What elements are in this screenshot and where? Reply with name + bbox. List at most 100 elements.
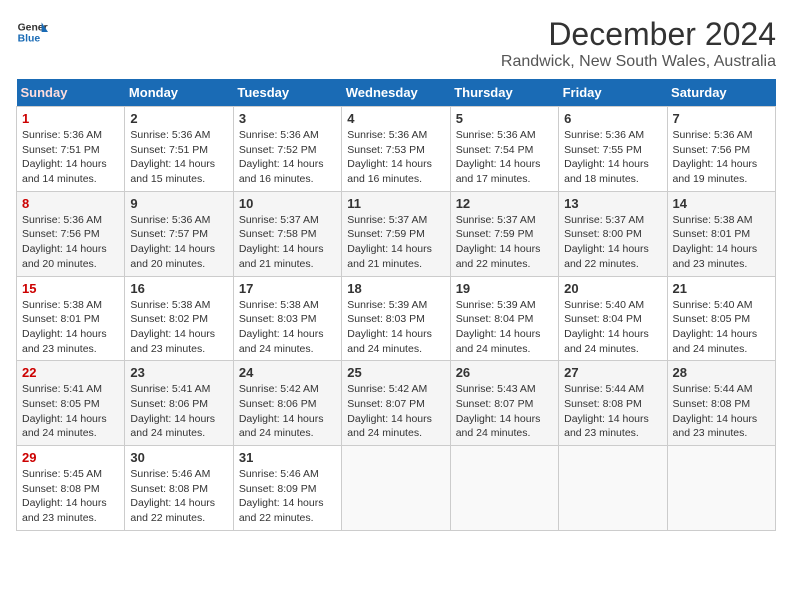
day-detail: Sunrise: 5:43 AMSunset: 8:07 PMDaylight:… [456,382,553,441]
day-number: 22 [22,365,119,380]
calendar-day-cell: 14 Sunrise: 5:38 AMSunset: 8:01 PMDayligh… [667,191,775,276]
calendar-day-cell [559,446,667,531]
calendar-day-cell: 8 Sunrise: 5:36 AMSunset: 7:56 PMDaylight… [17,191,125,276]
day-detail: Sunrise: 5:38 AMSunset: 8:03 PMDaylight:… [239,298,336,357]
calendar-day-cell: 28Sunrise: 5:44 AMSunset: 8:08 PMDayligh… [667,361,775,446]
day-detail: Sunrise: 5:45 AMSunset: 8:08 PMDaylight:… [22,467,119,526]
day-number: 6 [564,111,661,126]
calendar-day-cell: 7 Sunrise: 5:36 AMSunset: 7:56 PMDaylight… [667,107,775,192]
calendar-day-cell: 27 Sunrise: 5:44 AMSunset: 8:08 PMDayligh… [559,361,667,446]
col-tuesday: Tuesday [233,79,341,107]
calendar-day-cell: 22 Sunrise: 5:41 AMSunset: 8:05 PMDayligh… [17,361,125,446]
day-detail: Sunrise: 5:41 AMSunset: 8:05 PMDaylight:… [22,382,119,441]
page-subtitle: Randwick, New South Wales, Australia [501,53,776,71]
calendar-day-cell: 2Sunrise: 5:36 AMSunset: 7:51 PMDaylight… [125,107,233,192]
calendar-day-cell: 11Sunrise: 5:37 AMSunset: 7:59 PMDayligh… [342,191,450,276]
day-detail: Sunrise: 5:44 AMSunset: 8:08 PMDaylight:… [564,382,661,441]
calendar-day-cell: 13Sunrise: 5:37 AMSunset: 8:00 PMDayligh… [559,191,667,276]
day-detail: Sunrise: 5:36 AMSunset: 7:51 PMDaylight:… [130,128,227,187]
day-number: 18 [347,281,444,296]
calendar-day-cell: 21Sunrise: 5:40 AMSunset: 8:05 PMDayligh… [667,276,775,361]
day-detail: Sunrise: 5:38 AMSunset: 8:01 PMDaylight:… [22,298,119,357]
day-number: 25 [347,365,444,380]
day-detail: Sunrise: 5:38 AMSunset: 8:01 PMDaylight:… [673,213,770,272]
day-number: 14 [673,196,770,211]
calendar-week-row: 22 Sunrise: 5:41 AMSunset: 8:05 PMDayligh… [17,361,776,446]
svg-text:Blue: Blue [18,34,41,45]
day-detail: Sunrise: 5:42 AMSunset: 8:06 PMDaylight:… [239,382,336,441]
day-detail: Sunrise: 5:39 AMSunset: 8:04 PMDaylight:… [456,298,553,357]
calendar-day-cell: 15Sunrise: 5:38 AMSunset: 8:01 PMDayligh… [17,276,125,361]
day-number: 9 [130,196,227,211]
calendar-day-cell: 10 Sunrise: 5:37 AMSunset: 7:58 PMDayligh… [233,191,341,276]
day-number: 16 [130,281,227,296]
calendar-day-cell: 1Sunrise: 5:36 AMSunset: 7:51 PMDaylight… [17,107,125,192]
day-detail: Sunrise: 5:46 AMSunset: 8:08 PMDaylight:… [130,467,227,526]
calendar-day-cell: 6Sunrise: 5:36 AMSunset: 7:55 PMDaylight… [559,107,667,192]
day-detail: Sunrise: 5:38 AMSunset: 8:02 PMDaylight:… [130,298,227,357]
page-header: General Blue December 2024 Randwick, New… [16,16,776,71]
calendar-day-cell: 17 Sunrise: 5:38 AMSunset: 8:03 PMDayligh… [233,276,341,361]
calendar-day-cell: 24 Sunrise: 5:42 AMSunset: 8:06 PMDayligh… [233,361,341,446]
calendar-day-cell: 29 Sunrise: 5:45 AMSunset: 8:08 PMDayligh… [17,446,125,531]
day-detail: Sunrise: 5:46 AMSunset: 8:09 PMDaylight:… [239,467,336,526]
calendar-day-cell: 9 Sunrise: 5:36 AMSunset: 7:57 PMDaylight… [125,191,233,276]
day-detail: Sunrise: 5:36 AMSunset: 7:57 PMDaylight:… [130,213,227,272]
day-detail: Sunrise: 5:36 AMSunset: 7:56 PMDaylight:… [673,128,770,187]
title-area: December 2024 Randwick, New South Wales,… [501,16,776,71]
day-detail: Sunrise: 5:36 AMSunset: 7:54 PMDaylight:… [456,128,553,187]
day-number: 8 [22,196,119,211]
day-detail: Sunrise: 5:37 AMSunset: 8:00 PMDaylight:… [564,213,661,272]
day-number: 5 [456,111,553,126]
calendar-day-cell: 5 Sunrise: 5:36 AMSunset: 7:54 PMDaylight… [450,107,558,192]
calendar-day-cell: 16 Sunrise: 5:38 AMSunset: 8:02 PMDayligh… [125,276,233,361]
col-thursday: Thursday [450,79,558,107]
day-number: 23 [130,365,227,380]
page-title: December 2024 [501,16,776,53]
day-detail: Sunrise: 5:36 AMSunset: 7:53 PMDaylight:… [347,128,444,187]
calendar-day-cell: 30 Sunrise: 5:46 AMSunset: 8:08 PMDayligh… [125,446,233,531]
day-number: 7 [673,111,770,126]
day-detail: Sunrise: 5:44 AMSunset: 8:08 PMDaylight:… [673,382,770,441]
calendar-day-cell: 31 Sunrise: 5:46 AMSunset: 8:09 PMDayligh… [233,446,341,531]
logo-icon: General Blue [16,16,48,48]
calendar-table: Sunday Monday Tuesday Wednesday Thursday… [16,79,776,531]
calendar-day-cell [342,446,450,531]
day-number: 27 [564,365,661,380]
calendar-day-cell: 12Sunrise: 5:37 AMSunset: 7:59 PMDayligh… [450,191,558,276]
day-detail: Sunrise: 5:37 AMSunset: 7:59 PMDaylight:… [347,213,444,272]
calendar-day-cell: 3Sunrise: 5:36 AMSunset: 7:52 PMDaylight… [233,107,341,192]
calendar-day-cell: 18Sunrise: 5:39 AMSunset: 8:03 PMDayligh… [342,276,450,361]
calendar-day-cell: 26Sunrise: 5:43 AMSunset: 8:07 PMDayligh… [450,361,558,446]
day-number: 20 [564,281,661,296]
day-detail: Sunrise: 5:42 AMSunset: 8:07 PMDaylight:… [347,382,444,441]
calendar-week-row: 29 Sunrise: 5:45 AMSunset: 8:08 PMDayligh… [17,446,776,531]
day-number: 29 [22,450,119,465]
calendar-week-row: 1 Sunrise: 5:36 AMSunset: 7:51 PMDaylight… [17,107,776,192]
calendar-body: 1 Sunrise: 5:36 AMSunset: 7:51 PMDaylight… [17,107,776,531]
day-detail: Sunrise: 5:37 AMSunset: 7:58 PMDaylight:… [239,213,336,272]
calendar-day-cell: 23 Sunrise: 5:41 AMSunset: 8:06 PMDayligh… [125,361,233,446]
calendar-day-cell [450,446,558,531]
day-number: 30 [130,450,227,465]
calendar-day-cell: 20 Sunrise: 5:40 AMSunset: 8:04 PMDayligh… [559,276,667,361]
day-number: 10 [239,196,336,211]
day-number: 31 [239,450,336,465]
calendar-day-cell: 4 Sunrise: 5:36 AMSunset: 7:53 PMDaylight… [342,107,450,192]
day-number: 1 [22,111,119,126]
day-detail: Sunrise: 5:36 AMSunset: 7:56 PMDaylight:… [22,213,119,272]
day-number: 4 [347,111,444,126]
calendar-week-row: 15Sunrise: 5:38 AMSunset: 8:01 PMDayligh… [17,276,776,361]
day-number: 12 [456,196,553,211]
day-number: 19 [456,281,553,296]
day-detail: Sunrise: 5:36 AMSunset: 7:52 PMDaylight:… [239,128,336,187]
calendar-header: Sunday Monday Tuesday Wednesday Thursday… [17,79,776,107]
calendar-day-cell: 25 Sunrise: 5:42 AMSunset: 8:07 PMDayligh… [342,361,450,446]
day-number: 24 [239,365,336,380]
col-wednesday: Wednesday [342,79,450,107]
logo: General Blue [16,16,48,48]
day-detail: Sunrise: 5:41 AMSunset: 8:06 PMDaylight:… [130,382,227,441]
day-detail: Sunrise: 5:40 AMSunset: 8:04 PMDaylight:… [564,298,661,357]
day-number: 17 [239,281,336,296]
day-detail: Sunrise: 5:40 AMSunset: 8:05 PMDaylight:… [673,298,770,357]
